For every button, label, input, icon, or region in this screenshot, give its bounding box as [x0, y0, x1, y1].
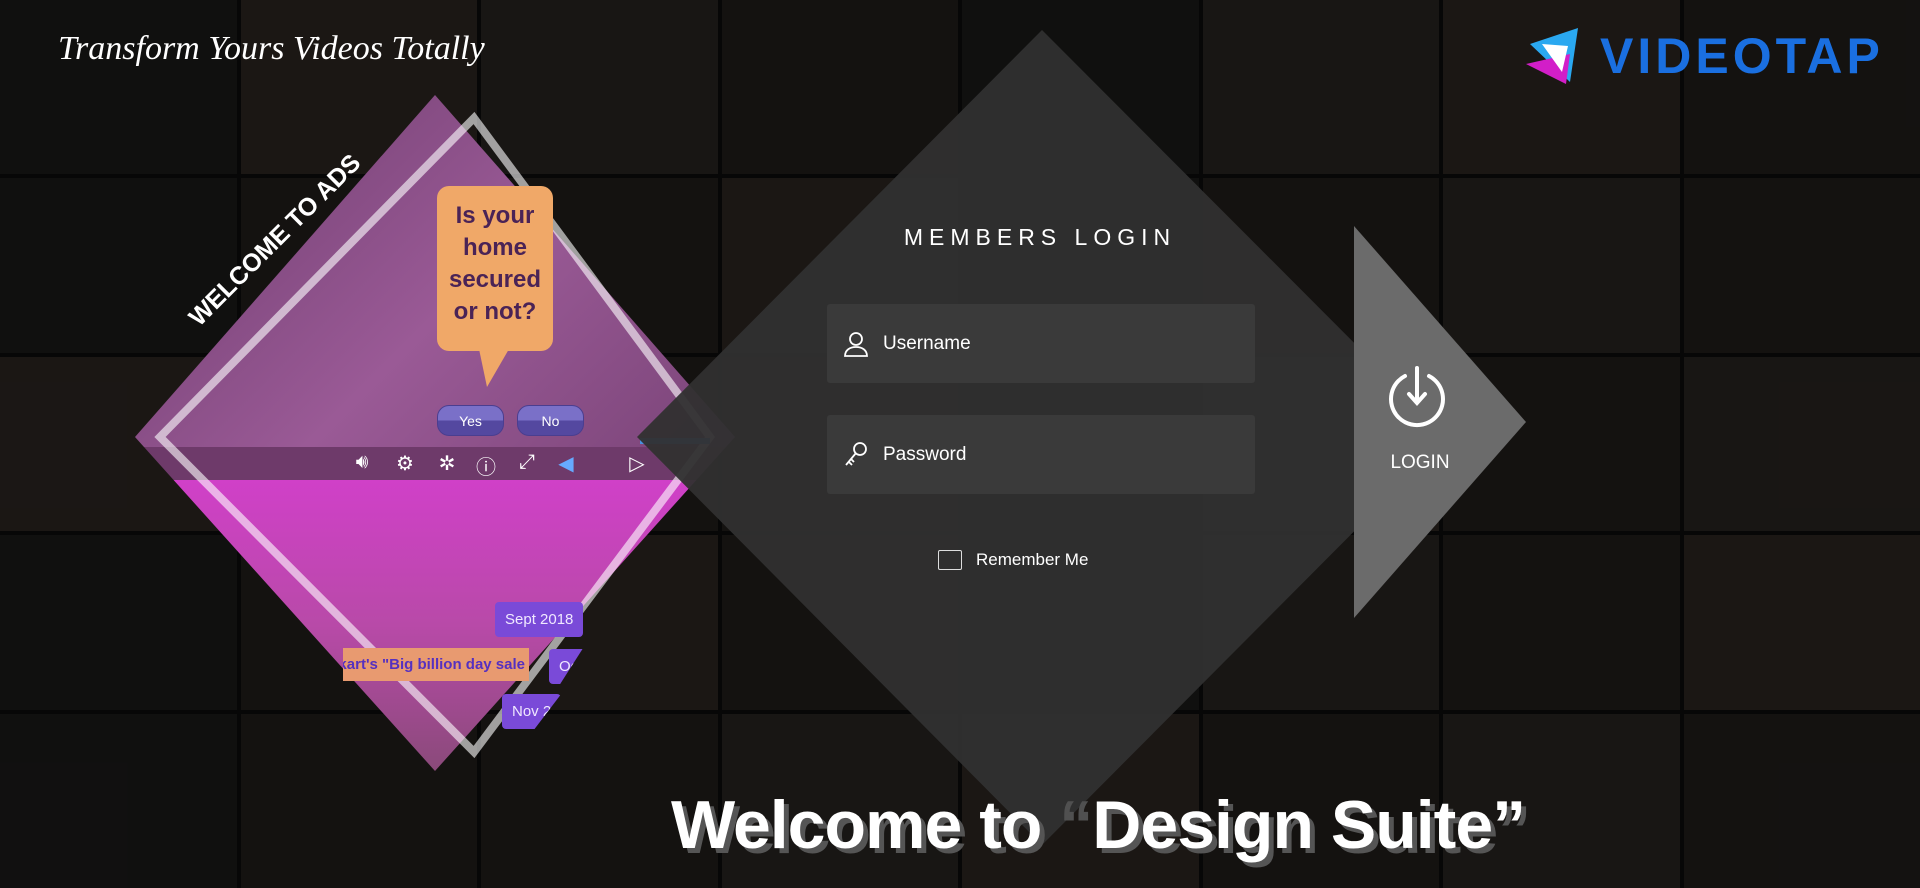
user-icon [844, 331, 868, 357]
password-input[interactable] [883, 443, 1223, 466]
username-input[interactable] [883, 332, 1223, 355]
remember-me[interactable]: Remember Me [938, 550, 1088, 570]
power-icon[interactable] [1385, 364, 1449, 428]
password-field[interactable] [827, 415, 1255, 494]
welcome-open-quote: “ [1059, 787, 1093, 863]
welcome-heading: Welcome to “Design Suite” [671, 786, 1526, 864]
login-button-label[interactable]: LOGIN [1370, 452, 1470, 474]
welcome-name: Design Suite” [1092, 787, 1526, 863]
remember-me-label: Remember Me [976, 550, 1089, 569]
key-icon [845, 441, 867, 466]
welcome-prefix: Welcome to [671, 787, 1060, 863]
login-title: MEMBERS LOGIN [903, 224, 1177, 250]
username-field[interactable] [827, 304, 1255, 383]
remember-me-checkbox[interactable] [938, 550, 962, 570]
